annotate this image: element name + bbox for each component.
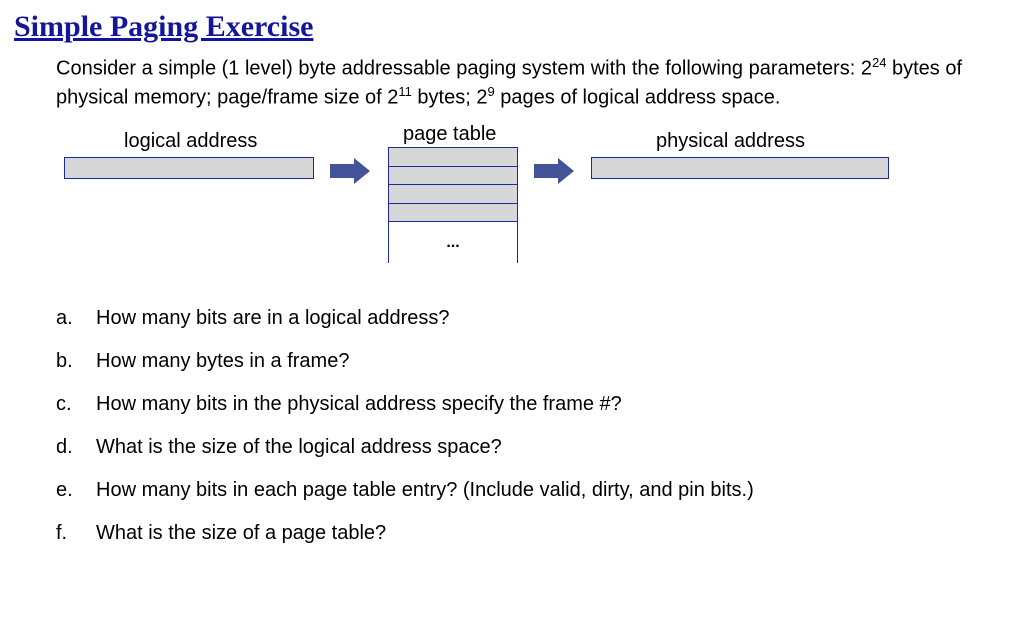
page-table-box: ... xyxy=(388,147,518,263)
desc-text: bytes; 2 xyxy=(412,86,488,108)
desc-text: pages of logical address space. xyxy=(495,86,781,108)
logical-address-label: logical address xyxy=(124,130,257,153)
page-table-row xyxy=(389,147,517,167)
page-table-label: page table xyxy=(403,123,496,146)
page-table-row xyxy=(389,184,517,204)
question-label: d. xyxy=(56,436,96,459)
arrow-icon xyxy=(534,158,574,184)
question-label: c. xyxy=(56,393,96,416)
question-text: What is the size of a page table? xyxy=(96,522,386,545)
description-paragraph: Consider a simple (1 level) byte address… xyxy=(56,54,970,111)
question-list: a. How many bits are in a logical addres… xyxy=(56,307,1010,545)
desc-exp: 11 xyxy=(398,84,412,99)
list-item: e. How many bits in each page table entr… xyxy=(56,479,1010,502)
list-item: c. How many bits in the physical address… xyxy=(56,393,1010,416)
question-label: f. xyxy=(56,522,96,545)
physical-address-box xyxy=(591,157,889,179)
question-label: a. xyxy=(56,307,96,330)
question-label: b. xyxy=(56,350,96,373)
page-table-row xyxy=(389,203,517,223)
question-text: How many bits in each page table entry? … xyxy=(96,479,754,502)
list-item: a. How many bits are in a logical addres… xyxy=(56,307,1010,330)
desc-exp: 24 xyxy=(872,55,886,70)
list-item: b. How many bytes in a frame? xyxy=(56,350,1010,373)
question-label: e. xyxy=(56,479,96,502)
question-text: What is the size of the logical address … xyxy=(96,436,502,459)
logical-address-box xyxy=(64,157,314,179)
desc-text: Consider a simple (1 level) byte address… xyxy=(56,58,872,80)
arrow-icon xyxy=(330,158,370,184)
page-table-ellipsis: ... xyxy=(389,221,517,263)
paging-diagram: logical address page table ... physical … xyxy=(56,123,1010,283)
list-item: d. What is the size of the logical addre… xyxy=(56,436,1010,459)
page-title: Simple Paging Exercise xyxy=(14,10,1010,44)
question-text: How many bytes in a frame? xyxy=(96,350,349,373)
page-table-row xyxy=(389,166,517,186)
physical-address-label: physical address xyxy=(656,130,805,153)
question-text: How many bits are in a logical address? xyxy=(96,307,450,330)
desc-exp: 9 xyxy=(487,84,494,99)
list-item: f. What is the size of a page table? xyxy=(56,522,1010,545)
question-text: How many bits in the physical address sp… xyxy=(96,393,622,416)
